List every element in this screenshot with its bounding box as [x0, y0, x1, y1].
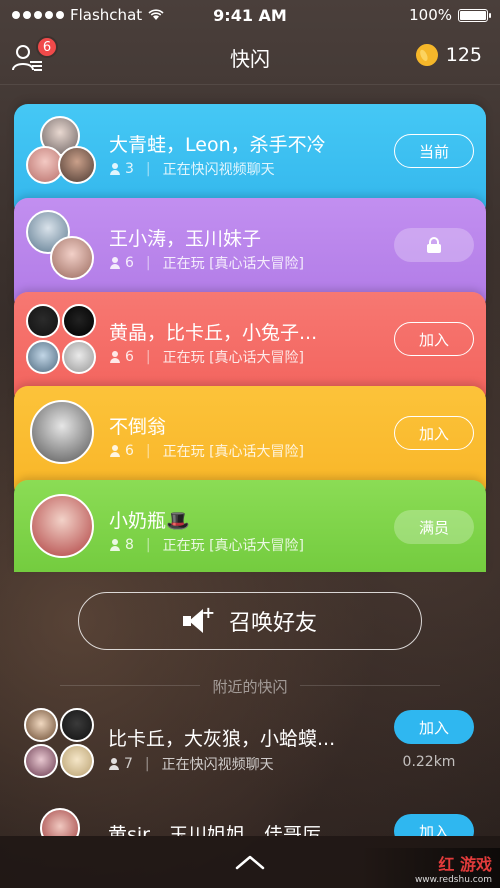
carrier-name: Flashchat [70, 6, 143, 24]
nearby-avatars [24, 708, 96, 780]
chevron-up-icon[interactable] [235, 853, 265, 871]
distance: 0.22km [402, 754, 456, 770]
participant-count: 8 [125, 537, 134, 553]
nearby-item[interactable]: 比卡丘，大灰狼，小蛤蟆... 7 | 正在快闪视频聊天 加入 0.22km [0, 708, 500, 788]
signal-dots-icon [12, 11, 64, 19]
status-right: 100% [409, 6, 491, 24]
join-button[interactable]: 加入 [394, 710, 474, 744]
nearby-item[interactable]: 黄sir，玉川姐姐，佳哥厉 加入 [0, 808, 500, 836]
room-activity: 正在玩 [真心话大冒险] [162, 256, 305, 272]
watermark-main: 红 游戏 [438, 855, 492, 874]
participant-count: 6 [125, 443, 134, 459]
room-activity: 正在玩 [真心话大冒险] [162, 444, 305, 460]
nearby-meta: 7 | 正在快闪视频聊天 [108, 754, 274, 774]
avatar [50, 236, 94, 280]
avatar [62, 304, 96, 338]
participant-count: 3 [125, 161, 134, 177]
current-button[interactable]: 当前 [394, 134, 474, 168]
room-title: 王小涛，玉川妹子 [109, 228, 262, 250]
join-button[interactable]: 加入 [394, 416, 474, 450]
participant-count: 6 [125, 255, 134, 271]
coin-balance[interactable]: 125 [412, 40, 482, 70]
watermark: 红 游戏 www.redshu.com [360, 848, 500, 888]
contacts-button[interactable]: 6 [12, 36, 58, 78]
wifi-icon [148, 9, 164, 20]
avatar [26, 340, 60, 374]
room-avatars [26, 116, 96, 186]
header-divider [0, 84, 500, 85]
avatar [30, 400, 94, 464]
room-activity: 正在玩 [真心话大冒险] [162, 350, 305, 366]
person-icon [109, 257, 121, 269]
megaphone-icon: + [182, 603, 215, 635]
avatar [60, 744, 94, 778]
notification-badge: 6 [36, 36, 58, 58]
participant-count: 6 [125, 349, 134, 365]
locked-button[interactable] [394, 228, 474, 262]
meta-separator: | [144, 756, 150, 772]
join-button[interactable]: 加入 [394, 814, 474, 836]
avatar [40, 808, 80, 836]
person-icon [109, 539, 121, 551]
status-bar: Flashchat 9:41 AM 100% [0, 0, 500, 30]
avatar [24, 744, 58, 778]
room-meta: 6 | 正在玩 [真心话大冒险] [109, 347, 304, 367]
room-title: 大青蛙，Leon，杀手不冷 [109, 134, 326, 156]
room-meta: 6 | 正在玩 [真心话大冒险] [109, 253, 304, 273]
avatar [26, 304, 60, 338]
room-avatars [26, 398, 96, 468]
summon-label: 召唤好友 [228, 611, 317, 636]
meta-separator: | [145, 161, 151, 177]
avatar [24, 708, 58, 742]
room-avatars [26, 492, 96, 562]
lock-icon [427, 237, 441, 253]
bottom-bar: 红 游戏 www.redshu.com [0, 836, 500, 888]
room-avatars [26, 304, 96, 374]
battery-icon [458, 8, 491, 22]
room-activity: 正在快闪视频聊天 [162, 162, 275, 178]
room-meta: 3 | 正在快闪视频聊天 [109, 159, 275, 179]
room-avatars [26, 210, 96, 280]
full-button[interactable]: 满员 [394, 510, 474, 544]
nearby-avatars [24, 808, 96, 836]
room-activity: 正在玩 [真心话大冒险] [162, 538, 305, 554]
page-title: 快闪 [230, 46, 270, 71]
room-meta: 6 | 正在玩 [真心话大冒险] [109, 441, 304, 461]
status-left: Flashchat [12, 6, 164, 24]
summon-friends-button[interactable]: + 召唤好友 [78, 592, 422, 650]
participant-count: 7 [124, 756, 133, 772]
avatar [58, 146, 96, 184]
person-icon [109, 445, 121, 457]
meta-separator: | [145, 443, 151, 459]
room-meta: 8 | 正在玩 [真心话大冒险] [109, 535, 304, 555]
meta-separator: | [145, 255, 151, 271]
person-icon [109, 351, 121, 363]
coin-count: 125 [445, 44, 482, 66]
avatar [62, 340, 96, 374]
nearby-title: 比卡丘，大灰狼，小蛤蟆... [108, 728, 336, 750]
nearby-activity: 正在快闪视频聊天 [161, 757, 274, 773]
meta-separator: | [145, 537, 151, 553]
join-button[interactable]: 加入 [394, 322, 474, 356]
room-title: 不倒翁 [109, 416, 167, 438]
room-title: 黄晶，比卡丘，小兔子... [109, 322, 318, 344]
meta-separator: | [145, 349, 151, 365]
watermark-sub: www.redshu.com [414, 875, 492, 885]
person-icon [109, 163, 121, 175]
avatar [60, 708, 94, 742]
nearby-title: 黄sir，玉川姐姐，佳哥厉 [108, 824, 321, 836]
coin-icon [412, 40, 442, 70]
header: 6 快闪 125 [0, 32, 500, 82]
room-card[interactable]: 小奶瓶🎩 8 | 正在玩 [真心话大冒险] 满员 [14, 480, 486, 572]
person-icon [108, 758, 120, 770]
room-title: 小奶瓶🎩 [109, 510, 190, 532]
nearby-section-label: 附近的快闪 [0, 676, 500, 697]
avatar [30, 494, 94, 558]
battery-percent: 100% [409, 6, 452, 24]
